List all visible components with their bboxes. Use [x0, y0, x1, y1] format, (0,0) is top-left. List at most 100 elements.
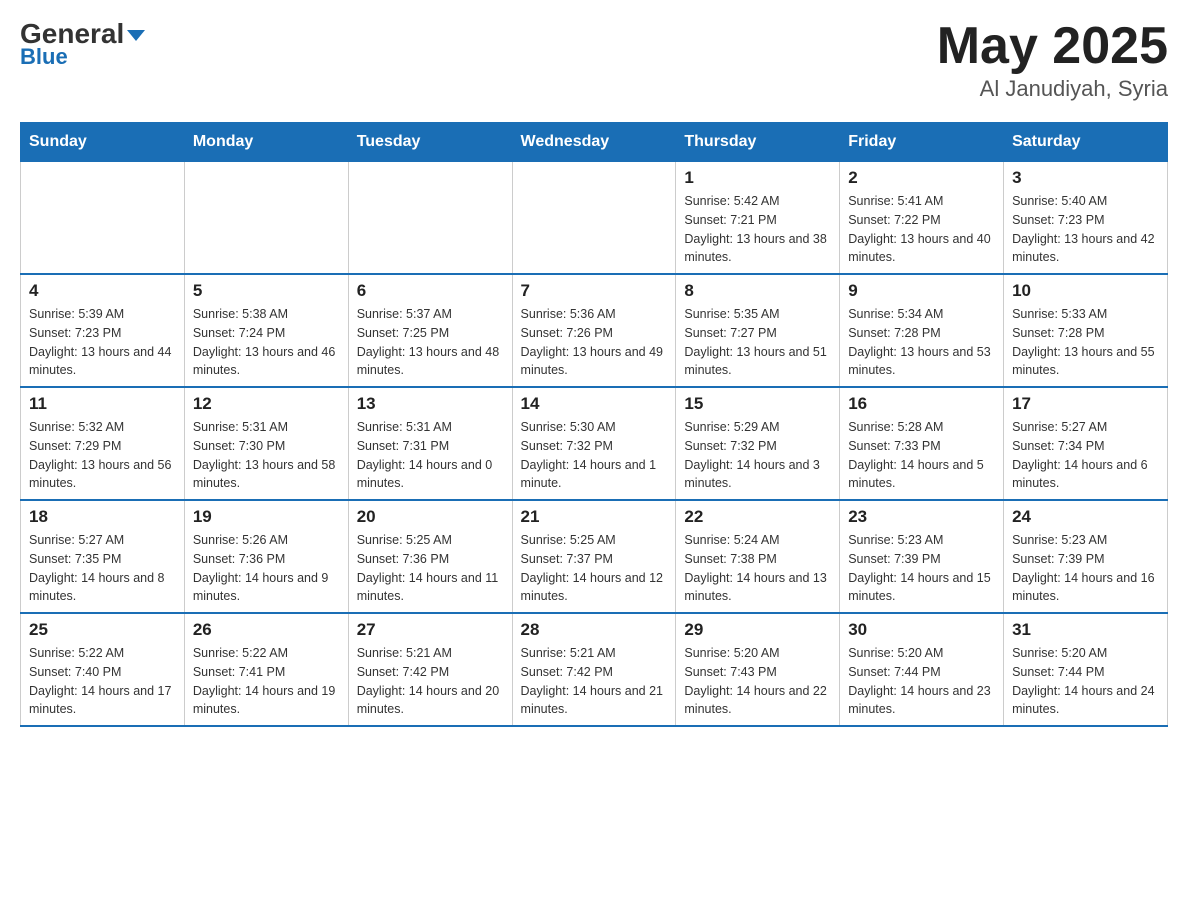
logo: General Blue: [20, 20, 145, 70]
calendar-week-row: 25Sunrise: 5:22 AMSunset: 7:40 PMDayligh…: [21, 613, 1168, 726]
day-number: 24: [1012, 507, 1159, 527]
day-number: 11: [29, 394, 176, 414]
calendar-cell: 15 Sunrise: 5:29 AMSunset: 7:32 PMDayligh…: [676, 387, 840, 500]
weekday-header: Monday: [184, 123, 348, 162]
weekday-header: Tuesday: [348, 123, 512, 162]
calendar-cell: 17 Sunrise: 5:27 AMSunset: 7:34 PMDayligh…: [1004, 387, 1168, 500]
calendar-cell: 29Sunrise: 5:20 AMSunset: 7:43 PMDayligh…: [676, 613, 840, 726]
calendar-cell: 24 Sunrise: 5:23 AMSunset: 7:39 PMDayligh…: [1004, 500, 1168, 613]
weekday-header: Sunday: [21, 123, 185, 162]
weekday-header: Friday: [840, 123, 1004, 162]
calendar-cell: 1Sunrise: 5:42 AMSunset: 7:21 PMDaylight…: [676, 162, 840, 275]
calendar-week-row: 4 Sunrise: 5:39 AMSunset: 7:23 PMDaylight…: [21, 274, 1168, 387]
day-info: Sunrise: 5:33 AMSunset: 7:28 PMDaylight:…: [1012, 305, 1159, 380]
day-number: 13: [357, 394, 504, 414]
calendar-week-row: 1Sunrise: 5:42 AMSunset: 7:21 PMDaylight…: [21, 162, 1168, 275]
day-number: 6: [357, 281, 504, 301]
calendar-table: SundayMondayTuesdayWednesdayThursdayFrid…: [20, 122, 1168, 727]
calendar-cell: 16Sunrise: 5:28 AMSunset: 7:33 PMDayligh…: [840, 387, 1004, 500]
day-number: 27: [357, 620, 504, 640]
day-info: Sunrise: 5:41 AMSunset: 7:22 PMDaylight:…: [848, 192, 995, 267]
day-info: Sunrise: 5:30 AMSunset: 7:32 PMDaylight:…: [521, 418, 668, 493]
day-number: 22: [684, 507, 831, 527]
calendar-cell: 27 Sunrise: 5:21 AMSunset: 7:42 PMDayligh…: [348, 613, 512, 726]
day-number: 29: [684, 620, 831, 640]
title-block: May 2025 Al Janudiyah, Syria: [937, 20, 1168, 102]
day-info: Sunrise: 5:31 AMSunset: 7:30 PMDaylight:…: [193, 418, 340, 493]
day-number: 3: [1012, 168, 1159, 188]
day-number: 2: [848, 168, 995, 188]
day-info: Sunrise: 5:29 AMSunset: 7:32 PMDaylight:…: [684, 418, 831, 493]
day-info: Sunrise: 5:27 AMSunset: 7:34 PMDaylight:…: [1012, 418, 1159, 493]
calendar-cell: 4 Sunrise: 5:39 AMSunset: 7:23 PMDaylight…: [21, 274, 185, 387]
day-info: Sunrise: 5:25 AMSunset: 7:37 PMDaylight:…: [521, 531, 668, 606]
day-number: 5: [193, 281, 340, 301]
day-info: Sunrise: 5:23 AMSunset: 7:39 PMDaylight:…: [848, 531, 995, 606]
day-number: 30: [848, 620, 995, 640]
day-number: 4: [29, 281, 176, 301]
logo-blue: Blue: [20, 44, 68, 70]
day-number: 26: [193, 620, 340, 640]
calendar-cell: 22 Sunrise: 5:24 AMSunset: 7:38 PMDayligh…: [676, 500, 840, 613]
weekday-header: Wednesday: [512, 123, 676, 162]
day-number: 23: [848, 507, 995, 527]
day-info: Sunrise: 5:21 AMSunset: 7:42 PMDaylight:…: [357, 644, 504, 719]
day-info: Sunrise: 5:37 AMSunset: 7:25 PMDaylight:…: [357, 305, 504, 380]
calendar-cell: 7 Sunrise: 5:36 AMSunset: 7:26 PMDaylight…: [512, 274, 676, 387]
calendar-cell: 31Sunrise: 5:20 AMSunset: 7:44 PMDayligh…: [1004, 613, 1168, 726]
calendar-cell: 5Sunrise: 5:38 AMSunset: 7:24 PMDaylight…: [184, 274, 348, 387]
calendar-cell: 20 Sunrise: 5:25 AMSunset: 7:36 PMDayligh…: [348, 500, 512, 613]
calendar-cell: 30 Sunrise: 5:20 AMSunset: 7:44 PMDayligh…: [840, 613, 1004, 726]
weekday-header: Thursday: [676, 123, 840, 162]
calendar-cell: 14 Sunrise: 5:30 AMSunset: 7:32 PMDayligh…: [512, 387, 676, 500]
day-info: Sunrise: 5:28 AMSunset: 7:33 PMDaylight:…: [848, 418, 995, 493]
day-info: Sunrise: 5:23 AMSunset: 7:39 PMDaylight:…: [1012, 531, 1159, 606]
day-info: Sunrise: 5:35 AMSunset: 7:27 PMDaylight:…: [684, 305, 831, 380]
day-number: 19: [193, 507, 340, 527]
month-year: May 2025: [937, 20, 1168, 72]
calendar-cell: 25Sunrise: 5:22 AMSunset: 7:40 PMDayligh…: [21, 613, 185, 726]
day-number: 9: [848, 281, 995, 301]
calendar-cell: 21 Sunrise: 5:25 AMSunset: 7:37 PMDayligh…: [512, 500, 676, 613]
day-number: 12: [193, 394, 340, 414]
calendar-cell: 10 Sunrise: 5:33 AMSunset: 7:28 PMDayligh…: [1004, 274, 1168, 387]
calendar-cell: 18 Sunrise: 5:27 AMSunset: 7:35 PMDayligh…: [21, 500, 185, 613]
calendar-cell: [512, 162, 676, 275]
calendar-cell: 13Sunrise: 5:31 AMSunset: 7:31 PMDayligh…: [348, 387, 512, 500]
day-number: 15: [684, 394, 831, 414]
calendar-cell: [348, 162, 512, 275]
calendar-cell: 3Sunrise: 5:40 AMSunset: 7:23 PMDaylight…: [1004, 162, 1168, 275]
day-number: 28: [521, 620, 668, 640]
day-info: Sunrise: 5:34 AMSunset: 7:28 PMDaylight:…: [848, 305, 995, 380]
day-number: 17: [1012, 394, 1159, 414]
day-info: Sunrise: 5:36 AMSunset: 7:26 PMDaylight:…: [521, 305, 668, 380]
day-number: 10: [1012, 281, 1159, 301]
day-number: 7: [521, 281, 668, 301]
day-info: Sunrise: 5:39 AMSunset: 7:23 PMDaylight:…: [29, 305, 176, 380]
day-info: Sunrise: 5:25 AMSunset: 7:36 PMDaylight:…: [357, 531, 504, 606]
day-info: Sunrise: 5:22 AMSunset: 7:40 PMDaylight:…: [29, 644, 176, 719]
calendar-cell: 26Sunrise: 5:22 AMSunset: 7:41 PMDayligh…: [184, 613, 348, 726]
calendar-cell: [184, 162, 348, 275]
calendar-week-row: 18 Sunrise: 5:27 AMSunset: 7:35 PMDayligh…: [21, 500, 1168, 613]
calendar-cell: 19 Sunrise: 5:26 AMSunset: 7:36 PMDayligh…: [184, 500, 348, 613]
calendar-cell: 11Sunrise: 5:32 AMSunset: 7:29 PMDayligh…: [21, 387, 185, 500]
day-number: 1: [684, 168, 831, 188]
weekday-header: Saturday: [1004, 123, 1168, 162]
calendar-cell: 23 Sunrise: 5:23 AMSunset: 7:39 PMDayligh…: [840, 500, 1004, 613]
day-number: 18: [29, 507, 176, 527]
location: Al Janudiyah, Syria: [937, 76, 1168, 102]
day-info: Sunrise: 5:24 AMSunset: 7:38 PMDaylight:…: [684, 531, 831, 606]
day-number: 14: [521, 394, 668, 414]
calendar-cell: 2 Sunrise: 5:41 AMSunset: 7:22 PMDaylight…: [840, 162, 1004, 275]
page-header: General Blue May 2025 Al Janudiyah, Syri…: [20, 20, 1168, 102]
day-number: 21: [521, 507, 668, 527]
day-info: Sunrise: 5:27 AMSunset: 7:35 PMDaylight:…: [29, 531, 176, 606]
day-number: 8: [684, 281, 831, 301]
day-info: Sunrise: 5:20 AMSunset: 7:44 PMDaylight:…: [848, 644, 995, 719]
day-info: Sunrise: 5:26 AMSunset: 7:36 PMDaylight:…: [193, 531, 340, 606]
calendar-cell: 8 Sunrise: 5:35 AMSunset: 7:27 PMDaylight…: [676, 274, 840, 387]
calendar-cell: 9 Sunrise: 5:34 AMSunset: 7:28 PMDaylight…: [840, 274, 1004, 387]
day-number: 20: [357, 507, 504, 527]
day-info: Sunrise: 5:21 AMSunset: 7:42 PMDaylight:…: [521, 644, 668, 719]
